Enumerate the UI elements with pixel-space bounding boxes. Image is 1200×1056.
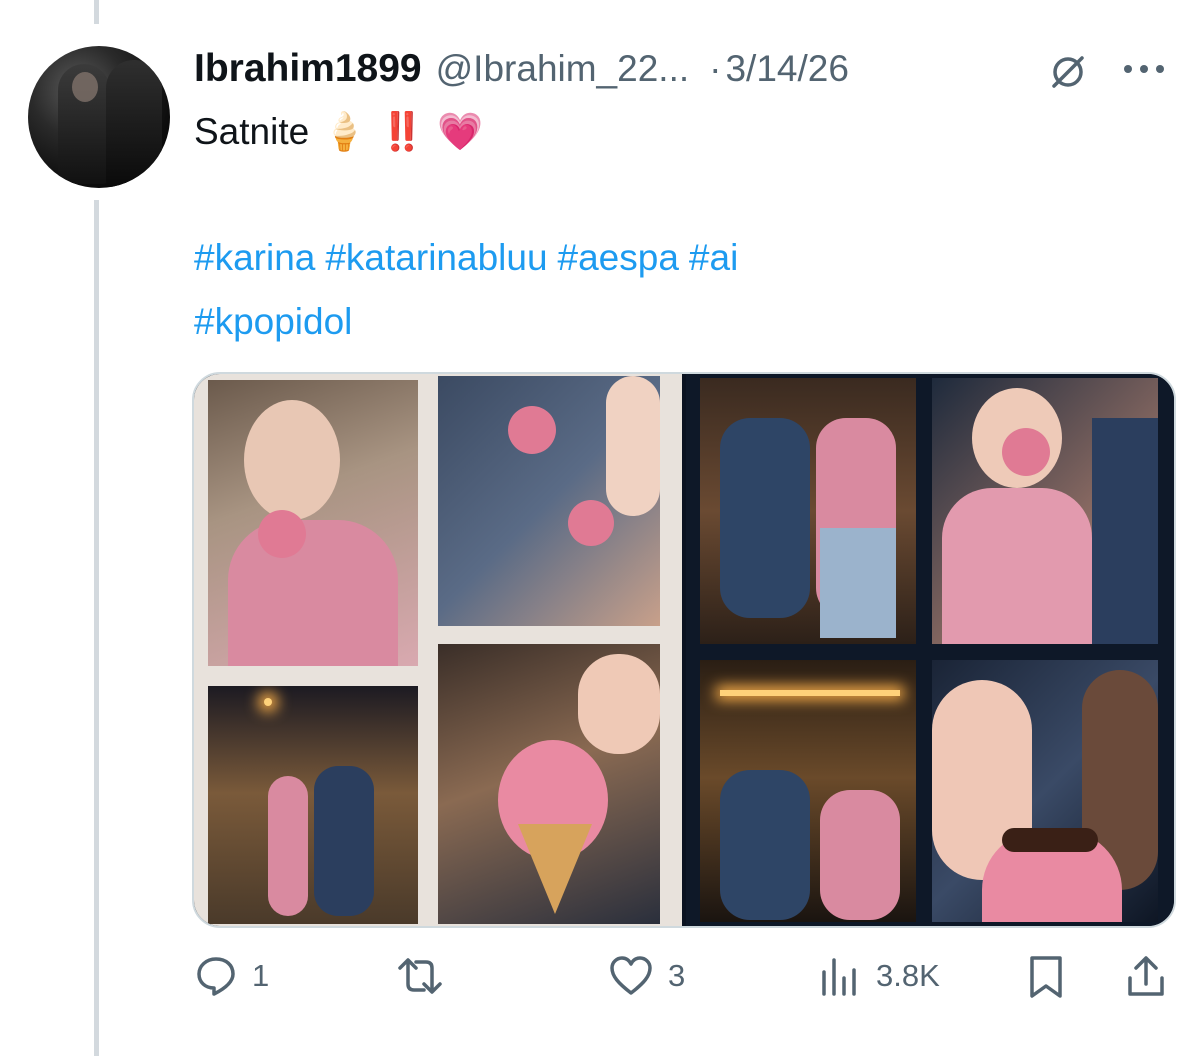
photo-tile [932,378,1158,644]
tweet-text-content: Satnite [194,111,310,152]
photo-tile [208,380,418,666]
profile-avatar[interactable] [28,46,170,188]
photo-tile [700,378,916,644]
double-exclamation-emoji: ‼️ [379,111,426,152]
separator-dot: · [709,48,722,89]
like-button[interactable]: 3 [608,954,685,998]
hashtags-line-2: #kpopidol [194,298,362,346]
avatar-figure-right [106,60,162,188]
photo-tile [932,660,1158,922]
photo-tile [208,686,418,924]
photo-tile [700,660,916,922]
display-name[interactable]: Ibrahim1899 [194,47,422,91]
share-icon[interactable] [1124,954,1168,1000]
views-count: 3.8K [876,958,940,993]
reply-icon [197,957,235,996]
ice-cream-emoji: 🍦 [321,111,368,152]
more-options-icon[interactable] [1124,55,1172,83]
reply-button[interactable]: 1 [194,954,269,998]
user-handle[interactable]: @Ibrahim_22... [436,48,690,90]
heart-icon [610,956,652,995]
repost-icon [398,958,442,994]
hashtags-line-1: #karina #katarinabluu #aespa #ai [194,234,748,282]
views-icon [822,958,856,996]
hashtag-link[interactable]: #aespa [558,237,679,278]
hashtag-link[interactable]: #katarinabluu [325,237,547,278]
action-bar: 1 3 3.8K [0,950,1200,1006]
reply-count: 1 [252,958,270,993]
bookmark-icon[interactable] [1026,954,1066,1000]
tweet-date[interactable]: 3/14/26 [725,48,848,90]
like-count: 3 [668,958,686,993]
grok-icon[interactable] [1046,50,1090,94]
thread-line-bottom [94,200,99,1056]
collage-image-left[interactable] [194,374,682,926]
views-button[interactable]: 3.8K [818,954,940,998]
tweet-text: Satnite 🍦 ‼️ 💗 [194,108,483,156]
collage-image-right[interactable] [686,374,1174,926]
pink-heart-emoji: 💗 [437,111,484,152]
hashtag-link[interactable]: #kpopidol [194,301,352,342]
hashtag-link[interactable]: #karina [194,237,315,278]
photo-tile [438,644,660,924]
media-collage[interactable] [192,372,1176,928]
thread-line-top [94,0,99,24]
hashtag-link[interactable]: #ai [689,237,738,278]
repost-button[interactable] [396,954,458,998]
avatar-face [72,72,98,102]
tweet-header: Ibrahim1899 @Ibrahim_22... · 3/14/26 [194,44,849,94]
photo-tile [438,376,660,626]
